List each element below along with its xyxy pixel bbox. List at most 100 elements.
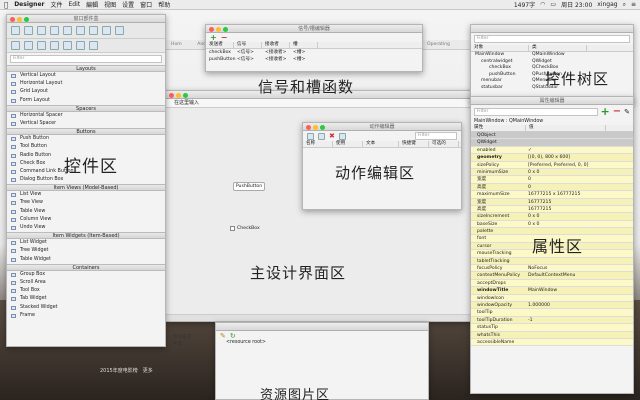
minimize-icon[interactable] [176,93,181,98]
property-value[interactable] [526,295,633,301]
widget-category-header[interactable]: Containers [7,263,165,271]
property-value[interactable] [526,139,633,145]
property-row[interactable]: acceptDrops [471,279,633,288]
widget-item[interactable]: Tool Button [7,143,165,151]
property-row[interactable]: accessibleName [471,338,633,347]
widget-item[interactable]: Table View [7,208,165,216]
property-value[interactable] [526,339,633,345]
menu-edit[interactable]: Edit [69,1,81,8]
close-icon[interactable] [169,93,174,98]
property-row[interactable]: 宽度 16777215 [471,198,633,206]
property-value[interactable]: 0 [526,176,633,182]
widget-filter-input[interactable]: Filter [10,55,162,63]
maximize-icon[interactable] [183,93,188,98]
property-value[interactable]: -1 [526,317,633,323]
menu-placeholder[interactable]: 在这里输入 [174,100,199,106]
widget-item[interactable]: Tree Widget [7,247,165,255]
property-row[interactable]: enabled ✓ [471,146,633,155]
column-header[interactable]: 使用 [333,141,363,147]
widget-item[interactable]: Tab Widget [7,295,165,303]
property-row[interactable]: baseSize 0 x 0 [471,220,633,229]
minimize-icon[interactable] [313,125,318,130]
close-icon[interactable] [209,27,214,32]
property-value[interactable] [526,132,633,138]
new-action-icon[interactable] [307,132,314,140]
widget-category-header[interactable]: Layouts [7,65,165,72]
table-row[interactable]: checkBox <信号> <接收者> <槽> [206,49,422,56]
property-value[interactable] [526,258,633,264]
layout-vertical-icon[interactable] [24,41,33,50]
property-row[interactable]: sizePolicy [Preferred, Preferred, 0, 0] [471,161,633,169]
open-file-icon[interactable] [24,26,33,35]
column-header[interactable]: 属性 [471,125,526,131]
widget-item[interactable]: Column View [7,216,165,224]
menu-view[interactable]: 视图 [104,0,116,9]
property-value[interactable]: NoFocus [526,265,633,271]
menu-settings[interactable]: 设置 [122,0,134,9]
menu-list-icon[interactable]: ≡ [631,1,636,8]
widget-item[interactable]: Stacked Widget [7,304,165,312]
remove-connection-icon[interactable]: − [221,33,228,42]
redo-icon[interactable] [63,26,72,35]
widget-item[interactable]: List Widget [7,239,165,247]
property-row[interactable]: tabletTracking [471,257,633,266]
property-value[interactable] [526,332,633,338]
property-value[interactable]: ✓ [526,147,633,153]
column-header[interactable]: 槽 [290,42,318,48]
search-icon[interactable]: ⌕ [623,1,626,9]
layout-form-icon[interactable] [50,41,59,50]
property-row[interactable]: minimumSize 0 x 0 [471,168,633,177]
object-filter-input[interactable]: Filter [474,35,630,43]
property-row[interactable]: 宽度 0 [471,176,633,184]
close-icon[interactable] [306,125,311,130]
widget-item[interactable]: Tree View [7,199,165,207]
column-header[interactable]: 名称 [303,141,333,147]
add-dynamic-property-icon[interactable]: + [601,105,610,118]
widget-item[interactable]: Dialog Button Box [7,176,165,184]
edit-widgets-icon[interactable] [76,26,85,35]
property-value[interactable]: MainWindow [526,287,633,293]
widget-item[interactable]: List View [7,191,165,199]
widget-category-header[interactable]: Item Widgets (Item-Based) [7,232,165,240]
property-value[interactable]: 16777215 x 16777215 [526,191,633,197]
edit-resources-icon[interactable]: ✎ [220,332,226,340]
minimize-icon[interactable] [17,17,22,22]
table-row[interactable]: pushButton <信号> <接收者> <槽> [206,56,422,63]
form-push-button[interactable]: PushButton [233,182,265,191]
maximize-icon[interactable] [24,17,29,22]
column-header[interactable]: 快捷键 [399,141,429,147]
remove-dynamic-property-icon[interactable]: − [613,106,621,117]
property-value[interactable]: 0 x 0 [526,213,633,219]
undo-icon[interactable] [50,26,59,35]
property-row[interactable]: QObject [471,132,633,140]
property-value[interactable]: DefaultContextMenu [526,272,633,278]
property-value[interactable]: 16777215 [526,206,633,212]
delete-action-icon[interactable]: ✖ [329,132,335,140]
layout-splitter-icon[interactable] [37,41,46,50]
menu-file[interactable]: 文件 [50,0,62,9]
user-name[interactable]: xingag [597,1,617,8]
column-header[interactable]: 值 [526,125,606,131]
property-value[interactable]: 1.000000 [526,302,633,308]
add-connection-icon[interactable]: + [210,33,217,42]
edit-signals-icon[interactable] [89,26,98,35]
widget-category-header[interactable]: Buttons [7,128,165,136]
resource-root[interactable]: <resource root> [216,340,428,345]
apple-icon[interactable]:  [4,1,8,9]
edit-buddies-icon[interactable] [102,26,111,35]
wifi-icon[interactable]: ◠ [540,1,545,8]
property-row[interactable]: maximumSize 16777215 x 16777215 [471,191,633,199]
copy-action-icon[interactable] [318,132,325,140]
widget-item[interactable]: Table Widget [7,256,165,264]
property-value[interactable]: 0 x 0 [526,221,633,227]
widget-category-header[interactable]: Spacers [7,104,165,112]
property-row[interactable]: windowOpacity 1.000000 [471,301,633,310]
tree-item[interactable]: MainWindow QMainWindow [471,52,633,59]
battery-icon[interactable]: ▭ [550,1,556,8]
widget-item[interactable]: Frame [7,312,165,320]
property-row[interactable]: windowIcon [471,294,633,302]
action-filter-input[interactable]: Filter [415,132,457,140]
widget-category-header[interactable]: Item Views (Model-Based) [7,184,165,192]
maximize-icon[interactable] [223,27,228,32]
save-icon[interactable] [37,26,46,35]
